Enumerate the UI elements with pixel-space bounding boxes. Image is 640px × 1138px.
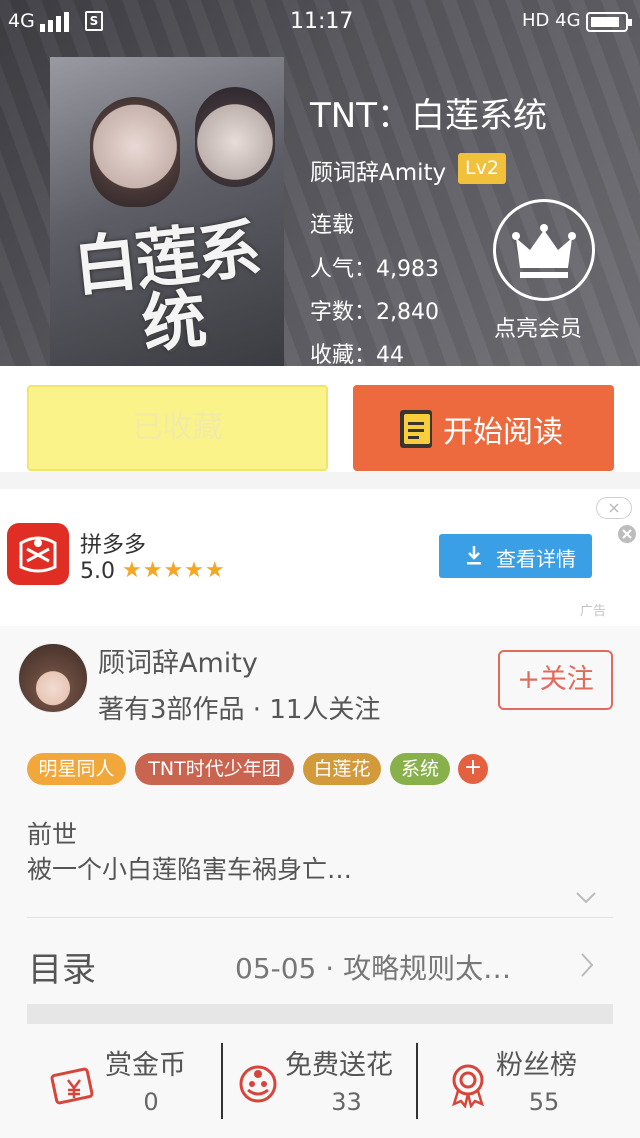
- reward-coin-icon: [50, 1067, 94, 1105]
- cover-title-art: 白莲系统: [70, 211, 264, 363]
- tag-chip[interactable]: 白莲花: [303, 753, 381, 785]
- synopsis-line-2: 被一个小白莲陷害车祸身亡…: [27, 855, 353, 884]
- tag-chip[interactable]: 系统: [390, 753, 450, 785]
- ad-app-name: 拼多多: [80, 533, 147, 558]
- chevron-right-icon[interactable]: [580, 952, 594, 978]
- medal-icon: [452, 1064, 484, 1108]
- crown-icon: [512, 224, 576, 278]
- book-title: TNT：白莲系统: [310, 96, 547, 136]
- ad-close-icon[interactable]: [617, 524, 637, 544]
- toc-label[interactable]: 目录: [28, 942, 96, 991]
- start-reading-button[interactable]: 开始阅读: [353, 385, 614, 471]
- section-separator: [0, 472, 640, 489]
- author-name-link[interactable]: 顾词辞Amity: [310, 153, 446, 187]
- free-flower-count: 33: [331, 1088, 362, 1116]
- free-flower-button[interactable]: 免费送花 33: [234, 1040, 412, 1130]
- member-label[interactable]: 点亮会员: [494, 311, 582, 343]
- member-button[interactable]: [493, 199, 595, 301]
- ad-banner[interactable]: 拼多多 5.0 ★★★★★ 查看详情 广告: [0, 489, 640, 626]
- book-header: 4G S 11:17 HD 4G 白莲系统 TNT：白莲系统 顾词辞Amity …: [0, 0, 640, 366]
- ad-details-label: 查看详情: [496, 547, 576, 571]
- tag-chip[interactable]: 明星同人: [27, 753, 126, 785]
- ad-details-button[interactable]: 查看详情: [439, 534, 592, 578]
- synopsis-line-1: 前世: [27, 820, 78, 849]
- reward-coin-button[interactable]: 赏金币 0: [48, 1040, 218, 1130]
- ad-feedback-button[interactable]: [596, 497, 632, 519]
- divider: [416, 1043, 418, 1119]
- author-works-summary: 著有3部作品 · 11人关注: [98, 695, 381, 725]
- ad-rating: 5.0: [80, 559, 115, 584]
- start-reading-label: 开始阅读: [443, 415, 563, 450]
- divider: [221, 1043, 223, 1119]
- close-icon: [609, 503, 619, 513]
- cover-figure-left: [90, 97, 180, 207]
- section-divider-bar: [27, 1004, 613, 1024]
- serial-status: 连载: [310, 213, 355, 238]
- divider: [27, 917, 613, 918]
- author-avatar[interactable]: [18, 643, 88, 713]
- author-card-name[interactable]: 顾词辞Amity: [98, 641, 258, 680]
- clock: 11:17: [290, 9, 354, 34]
- fan-ranking-button[interactable]: 粉丝榜 55: [444, 1040, 594, 1130]
- signal-icon: [40, 10, 70, 32]
- free-flower-label: 免费送花: [285, 1050, 393, 1081]
- battery-icon: [586, 12, 632, 32]
- latest-chapter[interactable]: 05-05 · 攻略规则太…: [235, 947, 511, 987]
- popularity-stat: 人气：4,983: [310, 257, 439, 282]
- pinduoduo-logo-icon: [7, 523, 69, 585]
- chevron-down-icon[interactable]: [575, 891, 597, 905]
- collected-button[interactable]: 已收藏: [27, 385, 328, 471]
- follow-button[interactable]: +关注: [498, 650, 613, 710]
- reward-coin-count: 0: [143, 1088, 159, 1116]
- tag-chip[interactable]: TNT时代少年团: [135, 753, 294, 785]
- reward-coin-label: 赏金币: [105, 1050, 186, 1081]
- book-cover[interactable]: 白莲系统: [50, 57, 284, 366]
- favorites-stat: 收藏：44: [310, 343, 404, 366]
- ad-label: 广告: [580, 604, 607, 619]
- flower-icon: [239, 1065, 277, 1103]
- network-hd: HD 4G: [522, 10, 581, 31]
- status-bar: 4G S 11:17 HD 4G: [0, 0, 640, 44]
- sim-icon: S: [85, 11, 103, 31]
- author-level-badge: Lv2: [458, 153, 506, 184]
- download-icon: [467, 546, 481, 565]
- word-count-stat: 字数：2,840: [310, 300, 439, 325]
- ad-stars: ★★★★★: [122, 558, 226, 583]
- book-icon: [400, 410, 432, 448]
- fan-ranking-count: 55: [528, 1088, 560, 1116]
- cover-figure-right: [195, 87, 275, 187]
- fan-ranking-label: 粉丝榜: [496, 1050, 577, 1081]
- network-type: 4G: [8, 10, 35, 32]
- add-tag-button[interactable]: +: [458, 754, 488, 784]
